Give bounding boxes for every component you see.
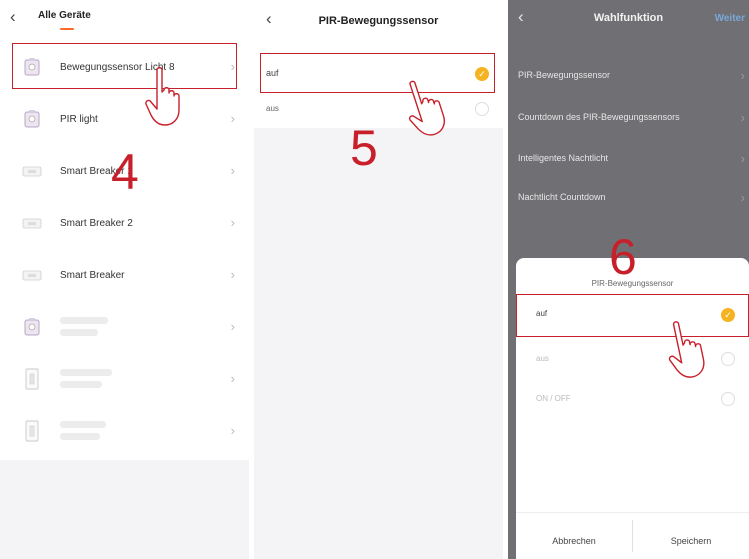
chevron-right-icon: › — [740, 151, 745, 166]
switch-icon — [25, 368, 39, 390]
device-label: Smart Breaker 2 — [60, 218, 133, 229]
highlight-box — [516, 294, 749, 337]
chevron-right-icon: › — [740, 68, 745, 83]
chevron-right-icon: › — [230, 215, 235, 230]
highlight-box — [260, 53, 495, 93]
step-number: 4 — [111, 144, 139, 200]
setting-label: Intelligentes Nachtlicht — [518, 153, 609, 163]
sensor-light-icon — [24, 110, 40, 128]
chevron-right-icon: › — [230, 423, 235, 438]
instruction-screenshot: ‹ Alle Geräte Bewegungssensor Licht 8 › — [0, 0, 749, 559]
breaker-icon — [22, 218, 42, 229]
sheet-option-off[interactable]: aus — [516, 340, 749, 380]
sensor-light-icon — [24, 318, 40, 336]
tab-indicator — [60, 28, 74, 30]
device-row-blurred[interactable]: › — [0, 355, 249, 407]
setting-label: Countdown des PIR-Bewegungssensors — [518, 112, 680, 122]
radio-empty-icon — [721, 352, 735, 366]
blurred-sublabel — [60, 433, 100, 440]
blurred-label — [60, 317, 108, 324]
highlight-box — [12, 43, 237, 89]
blurred-label — [60, 369, 112, 376]
breaker-icon — [22, 270, 42, 281]
setting-pir-countdown[interactable]: Countdown des PIR-Bewegungssensors › — [508, 98, 749, 138]
setting-label: PIR-Bewegungssensor — [518, 70, 611, 80]
save-button[interactable]: Speichern — [633, 526, 749, 556]
option-label: aus — [266, 104, 279, 113]
back-chevron-icon[interactable]: ‹ — [10, 8, 16, 25]
pointing-hand-icon — [668, 321, 705, 378]
device-label: PIR light — [60, 114, 98, 125]
next-button[interactable]: Weiter — [715, 13, 745, 24]
empty-area — [0, 460, 249, 559]
chevron-right-icon: › — [230, 163, 235, 178]
device-label: Smart Breaker — [60, 270, 125, 281]
chevron-right-icon: › — [230, 319, 235, 334]
chevron-right-icon: › — [230, 111, 235, 126]
setting-pir-sensor[interactable]: PIR-Bewegungssensor › — [508, 56, 749, 96]
device-row-blurred[interactable]: › — [0, 303, 249, 355]
divider — [516, 512, 749, 513]
device-row-blurred[interactable]: › — [0, 407, 249, 459]
setting-nightlight-countdown[interactable]: Nachtlicht Countdown › — [508, 178, 749, 218]
switch-icon — [25, 420, 39, 442]
radio-empty-icon — [721, 392, 735, 406]
pir-sensor-screen: ‹ PIR-Bewegungssensor auf ✓ aus 5 — [254, 0, 503, 559]
pointing-hand-icon — [145, 67, 180, 126]
chevron-right-icon: › — [230, 267, 235, 282]
option-off[interactable]: aus — [254, 96, 503, 126]
chevron-right-icon: › — [740, 110, 745, 125]
chevron-right-icon: › — [230, 371, 235, 386]
blurred-sublabel — [60, 329, 98, 336]
setting-smart-nightlight[interactable]: Intelligentes Nachtlicht › — [508, 139, 749, 179]
blurred-label — [60, 421, 106, 428]
step-number: 5 — [350, 120, 378, 176]
page-title: Wahlfunktion — [593, 12, 664, 24]
pir-sensor-header: ‹ PIR-Bewegungssensor — [254, 0, 503, 44]
device-list-screen: ‹ Alle Geräte Bewegungssensor Licht 8 › — [0, 0, 249, 559]
setting-label: Nachtlicht Countdown — [518, 192, 606, 202]
device-row-smart-breaker-2[interactable]: Smart Breaker 2 › — [0, 199, 249, 251]
chevron-right-icon: › — [740, 190, 745, 205]
select-function-screen: ‹ Wahlfunktion Weiter PIR-Bewegungssenso… — [508, 0, 749, 559]
option-label: aus — [536, 354, 549, 363]
blurred-sublabel — [60, 381, 102, 388]
device-row-pir-light[interactable]: PIR light › — [0, 95, 249, 147]
sheet-option-on-off[interactable]: ON / OFF — [516, 380, 749, 420]
step-number: 6 — [609, 229, 637, 285]
breaker-icon — [22, 166, 42, 177]
option-label: ON / OFF — [536, 394, 571, 403]
device-list: Bewegungssensor Licht 8 › PIR light › Sm… — [0, 40, 249, 460]
device-list-header: ‹ Alle Geräte — [0, 0, 249, 40]
radio-empty-icon — [475, 102, 489, 116]
pointing-hand-icon — [408, 80, 446, 136]
device-row-smart-breaker[interactable]: Smart Breaker › — [0, 251, 249, 303]
tab-all-devices[interactable]: Alle Geräte — [38, 10, 91, 21]
cancel-button[interactable]: Abbrechen — [516, 526, 632, 556]
page-title: PIR-Bewegungssensor — [318, 15, 439, 27]
